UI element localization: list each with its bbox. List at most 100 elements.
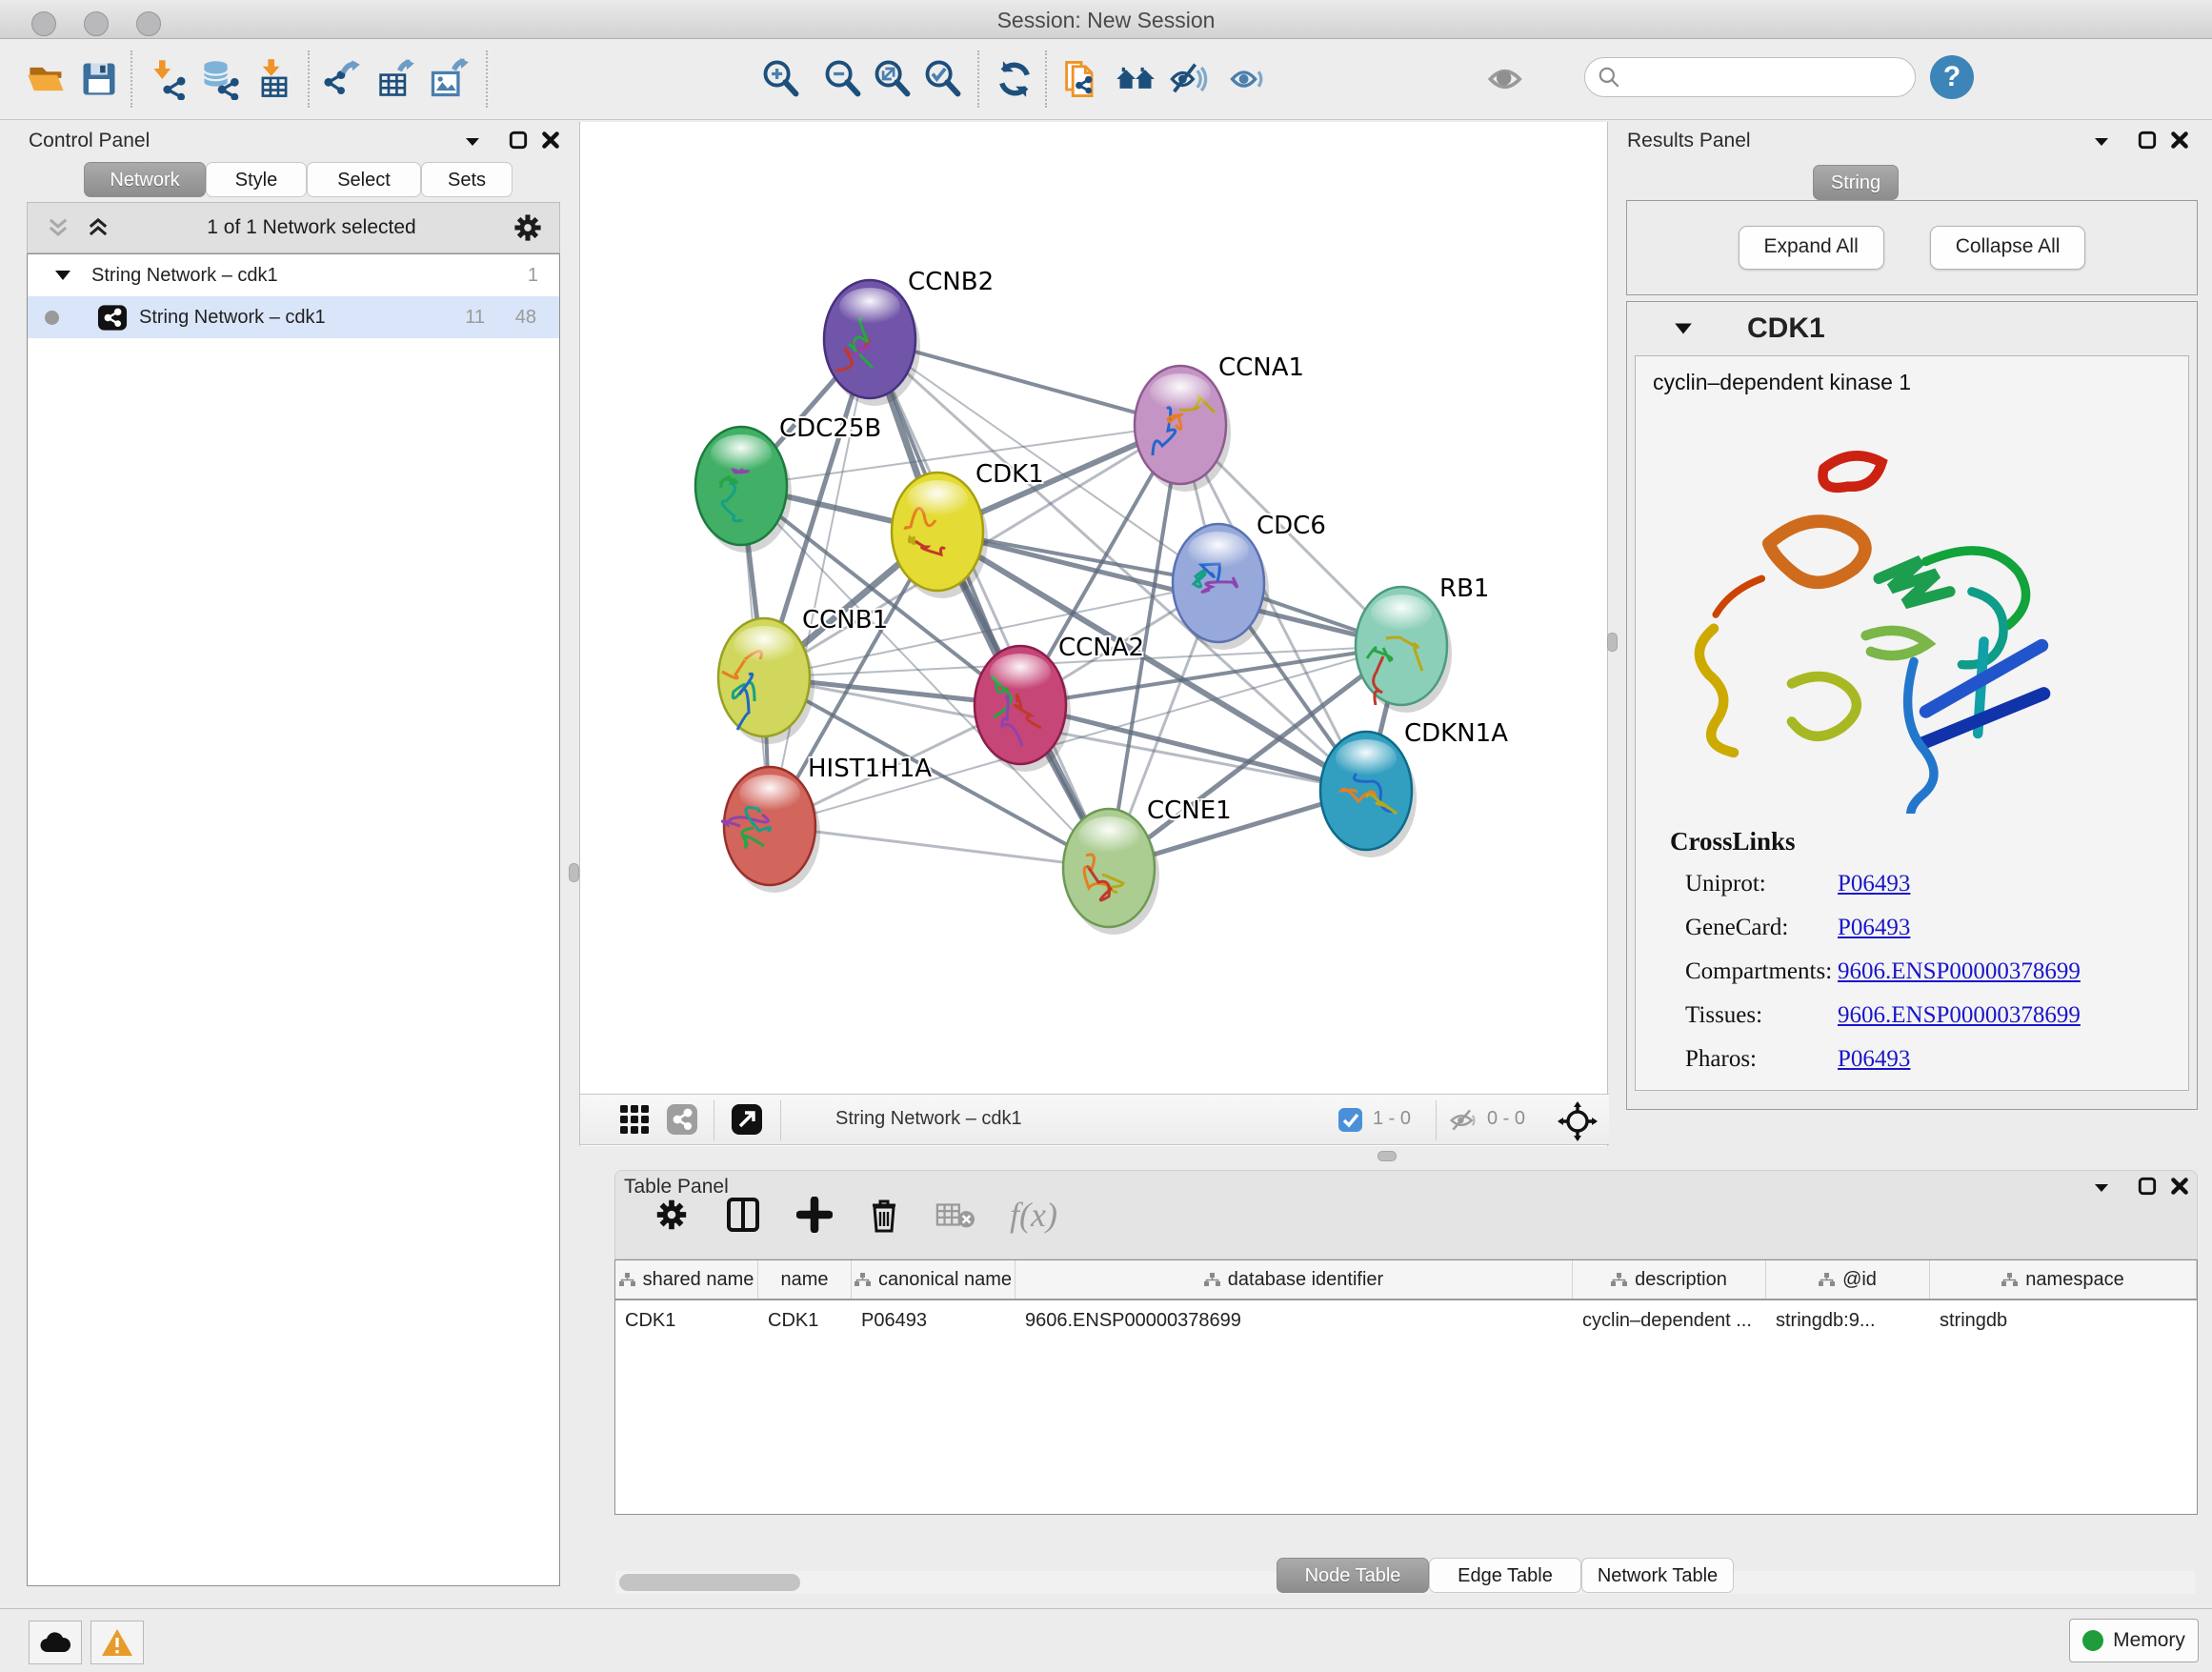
column-header-database-identifier[interactable]: database identifier bbox=[1016, 1260, 1573, 1299]
node-RB1[interactable] bbox=[1356, 587, 1452, 713]
open-session-icon[interactable] bbox=[24, 56, 70, 102]
hide-selection-icon[interactable] bbox=[1166, 56, 1212, 102]
node-CDKN1A[interactable] bbox=[1320, 732, 1417, 857]
scrollbar-thumb[interactable] bbox=[619, 1574, 800, 1591]
table-row[interactable]: CDK1CDK1P064939606.ENSP00000378699cyclin… bbox=[615, 1300, 2197, 1340]
control-panel-menu-icon[interactable] bbox=[462, 131, 491, 156]
control-panel-close-icon[interactable] bbox=[540, 130, 569, 154]
column-header-description[interactable]: description bbox=[1573, 1260, 1766, 1299]
refresh-icon[interactable] bbox=[992, 56, 1037, 102]
add-column-plus-icon[interactable] bbox=[796, 1197, 833, 1233]
show-columns-icon[interactable] bbox=[724, 1196, 762, 1234]
import-network-database-icon[interactable] bbox=[198, 56, 244, 102]
birds-eye-view-icon[interactable] bbox=[618, 1103, 653, 1138]
tab-node-table[interactable]: Node Table bbox=[1277, 1558, 1429, 1593]
node-CCNA2[interactable] bbox=[975, 646, 1071, 772]
table-cell[interactable]: cyclin–dependent ... bbox=[1573, 1300, 1766, 1340]
horizontal-splitter-handle[interactable] bbox=[1377, 1151, 1397, 1161]
footer-network-name: String Network – cdk1 bbox=[835, 1108, 1022, 1130]
network-collection-row[interactable]: String Network – cdk1 1 bbox=[28, 254, 559, 296]
gear-icon[interactable] bbox=[512, 212, 544, 244]
save-session-icon[interactable] bbox=[76, 56, 122, 102]
memory-button[interactable]: Memory bbox=[2069, 1619, 2199, 1662]
edge-HIST1H1A-CCNE1[interactable] bbox=[770, 826, 1109, 868]
cloud-status-button[interactable] bbox=[29, 1621, 82, 1664]
column-header-namespace[interactable]: namespace bbox=[1930, 1260, 2197, 1299]
crosslink-link[interactable]: P06493 bbox=[1838, 871, 1910, 897]
table-cell[interactable]: stringdb bbox=[1930, 1300, 2197, 1340]
table-cell[interactable]: CDK1 bbox=[615, 1300, 758, 1340]
node-CDK1[interactable] bbox=[892, 473, 988, 598]
expand-all-icon[interactable] bbox=[85, 214, 111, 241]
table-header-row[interactable]: shared namenamecanonical namedatabase id… bbox=[615, 1260, 2197, 1300]
first-neighbors-icon[interactable] bbox=[1113, 56, 1158, 102]
tree-expander-icon[interactable] bbox=[53, 267, 72, 284]
column-header-shared-name[interactable]: shared name bbox=[615, 1260, 758, 1299]
column-header-canonical-name[interactable]: canonical name bbox=[852, 1260, 1016, 1299]
entry-expander-icon[interactable] bbox=[1673, 319, 1694, 338]
warning-status-button[interactable] bbox=[90, 1621, 144, 1664]
table-panel-menu-icon[interactable] bbox=[2091, 1178, 2120, 1202]
search-input[interactable] bbox=[1621, 66, 1892, 90]
column-header--id[interactable]: @id bbox=[1766, 1260, 1930, 1299]
table-cell[interactable]: stringdb:9... bbox=[1766, 1300, 1930, 1340]
vertical-splitter-handle[interactable] bbox=[569, 863, 579, 882]
tab-select[interactable]: Select bbox=[307, 162, 421, 197]
edge-CCNB2-CCNE1[interactable] bbox=[870, 339, 1109, 868]
zoom-out-icon[interactable] bbox=[820, 56, 866, 102]
expand-all-button[interactable]: Expand All bbox=[1739, 226, 1884, 270]
tab-sets[interactable]: Sets bbox=[421, 162, 513, 197]
network-overview-icon[interactable] bbox=[666, 1103, 700, 1138]
tab-string[interactable]: String bbox=[1813, 165, 1899, 200]
open-in-window-icon[interactable] bbox=[731, 1103, 765, 1138]
node-HIST1H1A[interactable] bbox=[722, 767, 820, 893]
vertical-splitter-handle[interactable] bbox=[1607, 633, 1618, 652]
node-CCNB1[interactable] bbox=[718, 618, 814, 744]
table-tabs: Node TableEdge TableNetwork Table bbox=[1277, 1558, 1734, 1593]
table-cell[interactable]: 9606.ENSP00000378699 bbox=[1016, 1300, 1573, 1340]
import-network-file-icon[interactable] bbox=[147, 56, 192, 102]
network-canvas[interactable]: CCNB2CCNA1CDC25BCDK1CDC6RB1CCNB1CCNA2CDK… bbox=[580, 122, 1609, 1094]
entry-header[interactable]: CDK1 bbox=[1627, 302, 2197, 355]
help-button[interactable]: ? bbox=[1930, 55, 1974, 99]
control-panel-float-icon[interactable] bbox=[508, 130, 536, 154]
results-panel-menu-icon[interactable] bbox=[2091, 131, 2120, 156]
zoom-fit-icon[interactable] bbox=[870, 56, 915, 102]
network-from-selection-icon[interactable] bbox=[1058, 56, 1104, 102]
export-table-icon[interactable] bbox=[372, 56, 418, 102]
column-header-name[interactable]: name bbox=[758, 1260, 852, 1299]
table-cell[interactable]: CDK1 bbox=[758, 1300, 852, 1340]
crosslink-link[interactable]: 9606.ENSP00000378699 bbox=[1838, 958, 2081, 985]
results-panel-float-icon[interactable] bbox=[2137, 130, 2165, 154]
show-all-icon[interactable] bbox=[1225, 56, 1271, 102]
node-CDC6[interactable] bbox=[1173, 524, 1269, 650]
import-table-file-icon[interactable] bbox=[251, 56, 297, 102]
export-network-icon[interactable] bbox=[318, 56, 364, 102]
collapse-all-icon[interactable] bbox=[45, 214, 71, 241]
node-CCNE1[interactable] bbox=[1063, 809, 1159, 935]
zoom-in-icon[interactable] bbox=[758, 56, 804, 102]
delete-trash-icon[interactable] bbox=[867, 1196, 901, 1234]
table-panel-float-icon[interactable] bbox=[2137, 1176, 2165, 1200]
table-panel-close-icon[interactable] bbox=[2169, 1176, 2198, 1200]
collapse-all-button[interactable]: Collapse All bbox=[1930, 226, 2086, 270]
results-panel-close-icon[interactable] bbox=[2169, 130, 2198, 154]
fit-selected-crosshair-icon[interactable] bbox=[1558, 1101, 1592, 1136]
tab-network[interactable]: Network bbox=[84, 162, 206, 197]
crosslink-link[interactable]: P06493 bbox=[1838, 1046, 1910, 1073]
tab-edge-table[interactable]: Edge Table bbox=[1429, 1558, 1581, 1593]
node-CCNA1[interactable] bbox=[1135, 366, 1231, 492]
selected-checkbox-icon[interactable] bbox=[1337, 1107, 1372, 1141]
crosslink-link[interactable]: P06493 bbox=[1838, 915, 1910, 941]
search-box[interactable] bbox=[1584, 57, 1916, 97]
tab-network-table[interactable]: Network Table bbox=[1581, 1558, 1734, 1593]
crosslink-link[interactable]: 9606.ENSP00000378699 bbox=[1838, 1002, 2081, 1029]
tab-style[interactable]: Style bbox=[206, 162, 307, 197]
table-settings-gear-icon[interactable] bbox=[654, 1197, 690, 1233]
node-CCNB2[interactable] bbox=[824, 280, 920, 406]
edge-CCNB2-HIST1H1A[interactable] bbox=[770, 339, 870, 826]
network-row-selected[interactable]: String Network – cdk1 11 48 bbox=[28, 296, 559, 338]
zoom-selected-icon[interactable] bbox=[920, 56, 966, 102]
export-image-icon[interactable] bbox=[426, 56, 472, 102]
table-cell[interactable]: P06493 bbox=[852, 1300, 1016, 1340]
